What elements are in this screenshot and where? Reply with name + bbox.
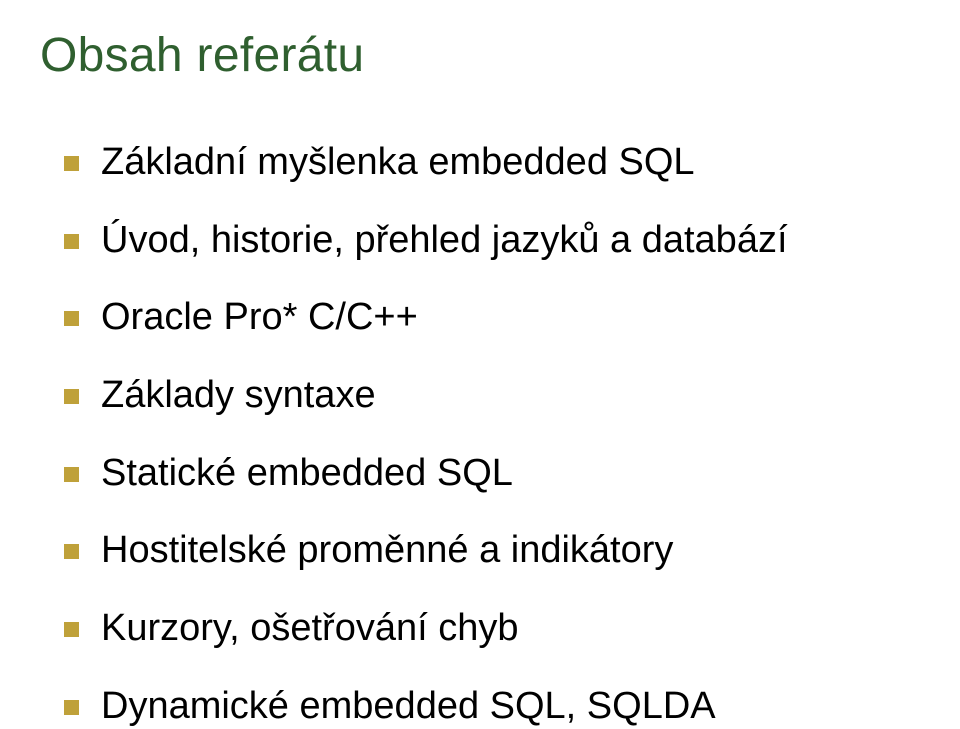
bullet-icon [64, 622, 79, 637]
page-title: Obsah referátu [40, 28, 920, 83]
bullet-icon [64, 700, 79, 715]
bullet-icon [64, 467, 79, 482]
list-item-label: Základní myšlenka embedded SQL [101, 141, 695, 185]
list-item: Kurzory, ošetřování chyb [64, 607, 920, 651]
list-item: Statické embedded SQL [64, 452, 920, 496]
bullet-icon [64, 156, 79, 171]
list-item: Oracle Pro* C/C++ [64, 296, 920, 340]
bullet-icon [64, 389, 79, 404]
list-item: Hostitelské proměnné a indikátory [64, 529, 920, 573]
list-item-label: Oracle Pro* C/C++ [101, 296, 418, 340]
list-item-label: Dynamické embedded SQL, SQLDA [101, 685, 716, 729]
list-item-label: Úvod, historie, přehled jazyků a databáz… [101, 219, 788, 263]
list-item-label: Kurzory, ošetřování chyb [101, 607, 518, 651]
content-list: Základní myšlenka embedded SQL Úvod, his… [40, 141, 920, 729]
list-item: Dynamické embedded SQL, SQLDA [64, 685, 920, 729]
list-item-label: Statické embedded SQL [101, 452, 513, 496]
list-item: Úvod, historie, přehled jazyků a databáz… [64, 219, 920, 263]
bullet-icon [64, 311, 79, 326]
list-item: Základy syntaxe [64, 374, 920, 418]
list-item-label: Hostitelské proměnné a indikátory [101, 529, 673, 573]
bullet-icon [64, 544, 79, 559]
list-item: Základní myšlenka embedded SQL [64, 141, 920, 185]
bullet-icon [64, 234, 79, 249]
list-item-label: Základy syntaxe [101, 374, 376, 418]
